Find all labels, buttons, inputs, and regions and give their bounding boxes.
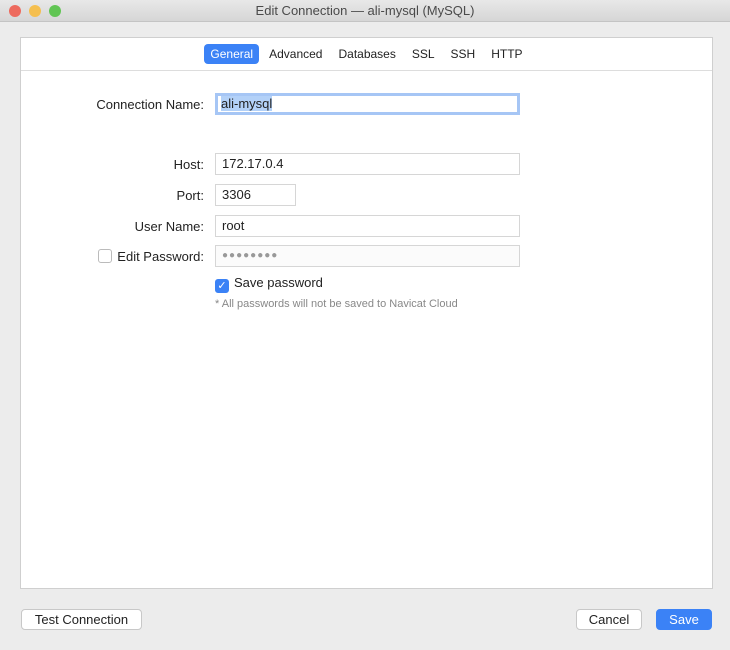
edit-password-checkbox[interactable] [98, 249, 112, 263]
save-button[interactable]: Save [656, 609, 712, 630]
password-note: * All passwords will not be saved to Nav… [215, 298, 458, 310]
window-title: Edit Connection — ali-mysql (MySQL) [256, 3, 475, 18]
test-connection-button[interactable]: Test Connection [21, 609, 142, 630]
edit-password-toggle[interactable]: Edit Password: [98, 249, 204, 264]
zoom-window-button[interactable] [49, 5, 61, 17]
save-password-toggle[interactable]: ✓ Save password [215, 275, 323, 293]
title-bar: Edit Connection — ali-mysql (MySQL) [0, 0, 730, 22]
minimize-window-button[interactable] [29, 5, 41, 17]
tab-ssh[interactable]: SSH [445, 44, 482, 64]
tab-bar: General Advanced Databases SSL SSH HTTP [21, 38, 712, 71]
tab-advanced[interactable]: Advanced [263, 44, 328, 64]
port-input[interactable]: 3306 [215, 184, 296, 206]
tab-general[interactable]: General [204, 44, 259, 64]
host-label: Host: [174, 157, 204, 172]
user-name-label: User Name: [135, 219, 204, 234]
settings-panel: General Advanced Databases SSL SSH HTTP … [20, 37, 713, 589]
connection-name-input[interactable]: ali-mysql [215, 93, 520, 115]
port-label: Port: [177, 188, 204, 203]
host-input[interactable]: 172.17.0.4 [215, 153, 520, 175]
cancel-button[interactable]: Cancel [576, 609, 642, 630]
user-name-input[interactable]: root [215, 215, 520, 237]
save-password-label: Save password [234, 275, 323, 290]
tab-databases[interactable]: Databases [332, 44, 401, 64]
edit-password-label: Edit Password: [117, 249, 204, 264]
connection-name-label: Connection Name: [96, 97, 204, 112]
tab-http[interactable]: HTTP [485, 44, 528, 64]
tab-ssl[interactable]: SSL [406, 44, 441, 64]
close-window-button[interactable] [9, 5, 21, 17]
password-input[interactable]: ●●●●●●●● [215, 245, 520, 267]
save-password-checkbox[interactable]: ✓ [215, 279, 229, 293]
